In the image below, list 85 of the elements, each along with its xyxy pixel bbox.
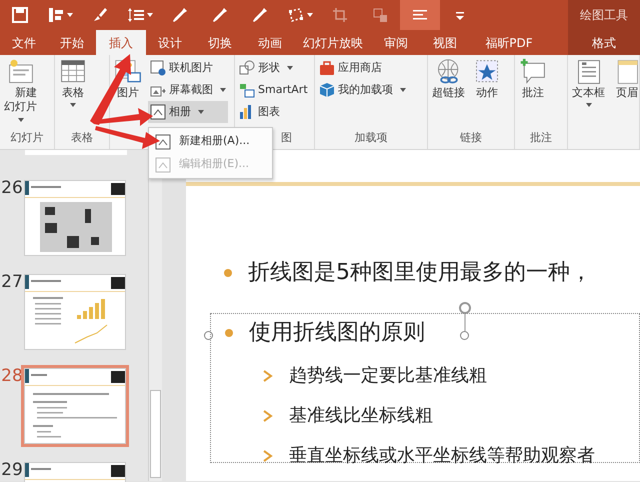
slide-number: 26 <box>0 180 24 197</box>
scrollbar-thumb[interactable] <box>150 390 161 478</box>
object-icon <box>371 6 389 24</box>
ribbon-button[interactable]: 我的加载项 <box>317 79 408 101</box>
caret-icon <box>198 110 204 114</box>
resize-handle[interactable] <box>460 331 469 340</box>
new-slide-icon <box>6 58 34 86</box>
layout-icon <box>47 6 65 24</box>
bullet-text: 使用折线图的原则 <box>249 319 425 347</box>
ribbon-button[interactable]: 新建幻灯片 <box>2 57 39 123</box>
photo-album-icon <box>155 134 171 150</box>
group-label: 图 <box>281 130 292 144</box>
bullet-icon <box>225 328 233 336</box>
cube-icon <box>319 82 335 98</box>
eyedropper-icon <box>211 6 229 24</box>
comment-icon <box>519 58 547 86</box>
chevron-bullet-icon <box>263 450 273 462</box>
slide-thumbnail[interactable] <box>24 180 126 256</box>
menu-item[interactable]: 新建相册(A)... <box>151 130 270 153</box>
ribbon-button[interactable]: 表格 <box>57 57 89 108</box>
ribbon-button[interactable]: 联机图片 <box>148 57 228 79</box>
ribbon-button[interactable]: 屏幕截图 <box>148 79 228 101</box>
caret-icon <box>287 66 293 70</box>
slide-number: 29 <box>0 462 24 479</box>
ribbon-button[interactable]: 应用商店 <box>317 57 408 79</box>
text-box-selection[interactable]: 使用折线图的原则 趋势线一定要比基准线粗 基准线比坐标线粗 垂直坐标线或水平坐标线等帮助观察者 <box>210 313 640 463</box>
group-label: 表格 <box>71 130 93 144</box>
eyedropper-icon <box>251 6 269 24</box>
slide-number: 27 <box>0 274 24 291</box>
chevron-bullet-icon <box>263 370 273 382</box>
toolbar-button[interactable] <box>400 0 440 30</box>
caret-icon <box>18 118 24 122</box>
ribbon-tab[interactable]: 视图 <box>420 30 470 55</box>
resize-handle[interactable] <box>204 331 213 340</box>
store-icon <box>319 60 335 76</box>
bullet-icon <box>224 268 232 276</box>
ribbon-tab[interactable]: 切换 <box>194 30 246 55</box>
edit-points-icon <box>287 6 305 24</box>
ribbon-button[interactable]: 批注 <box>517 57 549 102</box>
save-icon <box>11 6 29 24</box>
crop-icon <box>331 6 349 24</box>
caret-icon <box>147 13 153 17</box>
ribbon-button[interactable]: 相册 <box>148 101 228 123</box>
group-label: 幻灯片 <box>10 130 44 144</box>
ribbon-tab[interactable]: 动画 <box>246 30 294 55</box>
ribbon-button[interactable]: 文本框 <box>570 57 607 108</box>
group-label: 加载项 <box>354 130 388 144</box>
ribbon-tab[interactable]: 文件 <box>0 30 48 55</box>
group-label: 批注 <box>530 130 552 144</box>
photo-album-icon <box>150 104 166 120</box>
ribbon-tab[interactable]: 幻灯片放映 <box>294 30 372 55</box>
ribbon-button[interactable]: 超链接 <box>430 57 467 102</box>
slide-thumbnail[interactable] <box>24 368 126 444</box>
brush-icon <box>91 6 109 24</box>
ribbon-tab[interactable]: 福昕PDF <box>470 30 548 55</box>
ribbon-button[interactable]: SmartArt <box>237 79 310 101</box>
ribbon-button[interactable]: 图表 <box>237 101 310 123</box>
ribbon-tab[interactable]: 审阅 <box>372 30 420 55</box>
chevron-bullet-icon <box>263 410 273 422</box>
caret-icon <box>67 13 73 17</box>
line-spacing-icon <box>127 6 145 24</box>
ribbon-button[interactable]: 动作 <box>471 57 503 102</box>
caret-icon <box>220 88 226 92</box>
online-picture-icon <box>150 60 166 76</box>
shapes-icon <box>239 60 255 76</box>
bullet-text: 趋势线一定要比基准线粗 <box>289 364 487 388</box>
bullet-text: 折线图是5种图里使用最多的一种， <box>248 259 592 287</box>
eyedropper-icon <box>171 6 189 24</box>
photo-album-icon <box>155 156 171 172</box>
ribbon-button[interactable]: 页眉 <box>611 57 640 108</box>
caret-icon <box>307 13 313 17</box>
slide-number: 28 <box>0 368 24 385</box>
bullet-text: 基准线比坐标线粗 <box>289 404 433 428</box>
slide-thumbnail[interactable] <box>24 274 126 350</box>
caret-icon <box>586 103 592 108</box>
ribbon-tab[interactable]: 设计 <box>146 30 194 55</box>
smartart-icon <box>239 82 255 98</box>
ribbon-tab[interactable]: 插入 <box>96 30 146 55</box>
caret-icon <box>70 103 76 108</box>
caret-icon <box>400 88 406 92</box>
rotate-handle-icon <box>456 301 474 331</box>
slide-thumbnail[interactable] <box>25 150 127 155</box>
ribbon-tab[interactable]: 开始 <box>48 30 96 55</box>
group-label: 链接 <box>460 130 482 144</box>
ribbon-button[interactable]: 形状 <box>237 57 310 79</box>
